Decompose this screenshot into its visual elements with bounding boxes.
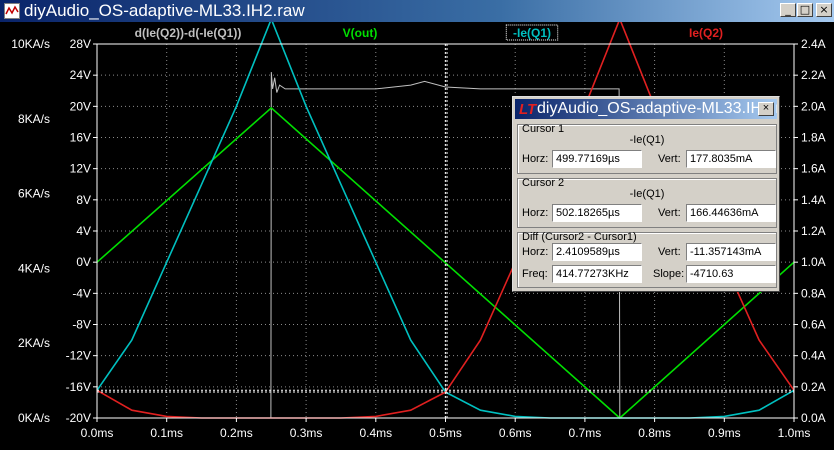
x-tick-label: 0.2ms xyxy=(220,426,253,440)
y-left-tick-label: 28V xyxy=(70,37,91,51)
y-left-tick-label: -4V xyxy=(72,286,91,300)
diff-vert-field[interactable]: -11.357143mA xyxy=(686,243,776,261)
window-title: diyAudio_OS-adaptive-ML33.IH2.raw xyxy=(24,1,305,20)
y-right-tick-label: 2.2A xyxy=(801,68,826,82)
cursor2-horz-field[interactable]: 502.18265µs xyxy=(552,204,642,222)
diff-horz-field[interactable]: 2.4109589µs xyxy=(552,243,642,261)
diff-title: Diff (Cursor2 - Cursor1) xyxy=(522,231,637,243)
y-right-tick-label: 2.4A xyxy=(801,37,826,51)
cursor1-vert-label: Vert: xyxy=(658,153,681,165)
minimize-button[interactable]: _ xyxy=(780,3,796,17)
waveform-app-icon xyxy=(4,3,20,19)
ltspice-logo-icon: LT xyxy=(519,101,537,118)
close-button[interactable]: × xyxy=(816,3,832,17)
cursor2-trace: -Ie(Q1) xyxy=(629,188,665,200)
cursor-dialog[interactable]: LT diyAudio_OS-adaptive-ML33.IH2.raw × C… xyxy=(512,96,780,292)
legend-label[interactable]: -Ie(Q1) xyxy=(513,26,551,40)
legend-label[interactable]: V(out) xyxy=(343,26,378,40)
y-right-tick-label: 1.2A xyxy=(801,224,826,238)
cursor1-trace: -Ie(Q1) xyxy=(629,134,665,146)
y-right-tick-label: 1.4A xyxy=(801,193,826,207)
cursor2-group: Cursor 2 -Ie(Q1) Horz: 502.18265µs Vert:… xyxy=(517,177,777,228)
y-left-tick-label: -12V xyxy=(66,349,91,363)
x-tick-label: 0.9ms xyxy=(708,426,741,440)
waveform-window: diyAudio_OS-adaptive-ML33.IH2.raw _ □ × … xyxy=(0,0,834,450)
y-right-tick-label: 2.0A xyxy=(801,99,826,113)
cursor2-vert-label: Vert: xyxy=(658,207,681,219)
x-tick-label: 0.1ms xyxy=(150,426,183,440)
cursor2-vert-field[interactable]: 166.44636mA xyxy=(686,204,776,222)
diff-freq-field[interactable]: 414.77273KHz xyxy=(552,265,642,283)
y-left-tick-label: 24V xyxy=(70,68,91,82)
cursor1-group: Cursor 1 -Ie(Q1) Horz: 499.77169µs Vert:… xyxy=(517,123,777,174)
title-bar[interactable]: diyAudio_OS-adaptive-ML33.IH2.raw _ □ × xyxy=(0,0,834,22)
trace-legend: d(Ie(Q2))-d(-Ie(Q1)) V(out) -Ie(Q1) Ie(Q2) xyxy=(135,24,723,41)
cursor1-horz-field[interactable]: 499.77169µs xyxy=(552,150,642,168)
cursor-dialog-title-bar[interactable]: LT diyAudio_OS-adaptive-ML33.IH2.raw × xyxy=(515,99,777,119)
y-left-tick-label: 12V xyxy=(70,162,91,176)
y-right-tick-label: 0.4A xyxy=(801,349,826,363)
x-tick-label: 0.0ms xyxy=(81,426,114,440)
y-left-tick-label: 8V xyxy=(76,193,91,207)
maximize-button[interactable]: □ xyxy=(797,3,813,17)
y-right-tick-label: 0.2A xyxy=(801,380,826,394)
y-left-tick-label: 20V xyxy=(70,99,91,113)
y-left-tick-label: 4V xyxy=(76,224,91,238)
y-outer-tick-label: 4KA/s xyxy=(18,261,50,275)
y-outer-tick-label: 10KA/s xyxy=(11,37,50,51)
y-outer-tick-label: 0KA/s xyxy=(18,411,50,425)
y-outer-tick-label: 6KA/s xyxy=(18,187,50,201)
cursor-dialog-close-button[interactable]: × xyxy=(758,102,774,116)
y-right-tick-label: 1.6A xyxy=(801,162,826,176)
x-tick-label: 0.7ms xyxy=(569,426,602,440)
y-left-tick-label: -8V xyxy=(72,318,91,332)
x-tick-label: 1.0ms xyxy=(778,426,811,440)
y-right-tick-label: 0.8A xyxy=(801,286,826,300)
y-right-tick-label: 1.8A xyxy=(801,131,826,145)
diff-group: Diff (Cursor2 - Cursor1) Horz: 2.4109589… xyxy=(517,231,777,288)
y-right-tick-label: 0.0A xyxy=(801,411,826,425)
y-left-tick-label: -20V xyxy=(66,411,91,425)
x-tick-label: 0.4ms xyxy=(359,426,392,440)
x-tick-label: 0.6ms xyxy=(499,426,532,440)
y-left-tick-label: 0V xyxy=(76,255,91,269)
y-right-tick-label: 1.0A xyxy=(801,255,826,269)
legend-label[interactable]: Ie(Q2) xyxy=(689,26,723,40)
x-tick-label: 0.8ms xyxy=(638,426,671,440)
cursor2-horz-label: Horz: xyxy=(522,207,549,219)
diff-vert-label: Vert: xyxy=(658,246,681,258)
y-right-tick-label: 0.6A xyxy=(801,318,826,332)
x-tick-label: 0.5ms xyxy=(429,426,462,440)
y-outer-tick-label: 2KA/s xyxy=(18,336,50,350)
cursor1-vert-field[interactable]: 177.8035mA xyxy=(686,150,776,168)
y-outer-tick-label: 8KA/s xyxy=(18,112,50,126)
diff-slope-field[interactable]: -4710.63 xyxy=(686,265,776,283)
diff-freq-label: Freq: xyxy=(522,268,548,280)
legend-label[interactable]: d(Ie(Q2))-d(-Ie(Q1)) xyxy=(135,26,242,40)
cursor1-horz-label: Horz: xyxy=(522,153,549,165)
y-left-tick-label: 16V xyxy=(70,131,91,145)
x-tick-label: 0.3ms xyxy=(290,426,323,440)
diff-slope-label: Slope: xyxy=(653,268,685,280)
diff-horz-label: Horz: xyxy=(522,246,549,258)
y-left-tick-label: -16V xyxy=(66,380,91,394)
cursor-dialog-title: diyAudio_OS-adaptive-ML33.IH2.raw xyxy=(537,100,777,117)
